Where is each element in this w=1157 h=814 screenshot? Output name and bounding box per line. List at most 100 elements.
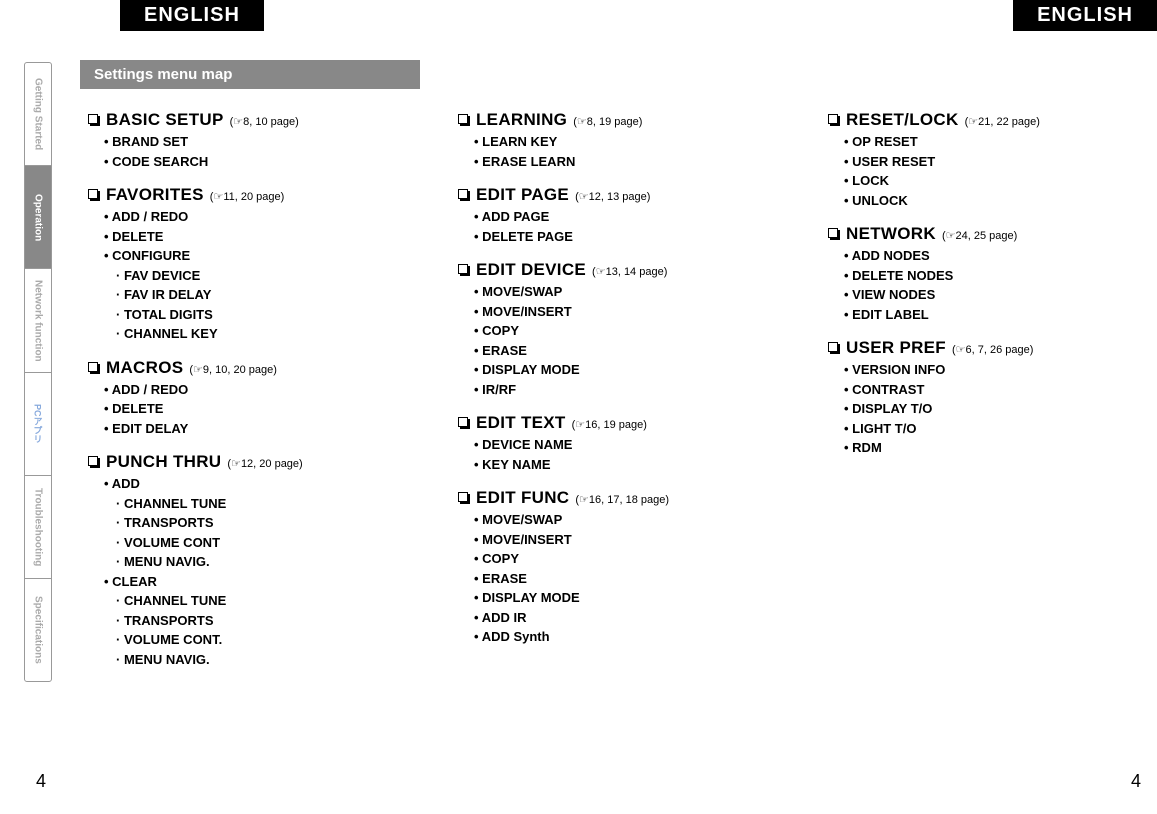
section-title: FAVORITES [106,185,204,205]
section-header: RESET/LOCK(☞21, 22 page) [828,110,1130,130]
sub-list-item: CHANNEL KEY [116,324,390,344]
menu-section: PUNCH THRU(☞12, 20 page)ADDCHANNEL TUNET… [80,452,390,669]
sub-list-item: TOTAL DIGITS [116,305,390,325]
section-title: NETWORK [846,224,936,244]
menu-section: EDIT FUNC (☞16, 17, 18 page) MOVE/SWAPMOVE… [450,488,760,647]
pointer-icon: ☞ [575,419,585,431]
page-reference: (☞9, 10, 20 page) [189,363,277,376]
page-reference: (☞16, 19 page) [572,418,647,431]
sub-list-item: VOLUME CONT. [116,630,390,650]
section-marker-icon [458,492,468,502]
side-tab[interactable]: Getting Started [25,63,51,166]
list-item: LOCK [844,171,1130,191]
sub-list-item: VOLUME CONT [116,533,390,553]
section-marker-icon [88,456,98,466]
list-item: ADD IR [474,608,760,628]
pointer-icon: ☞ [596,266,606,278]
page-reference: (☞16, 17, 18 page) [575,493,669,506]
page-reference: (☞8, 19 page) [573,115,642,128]
list-item: ADD / REDO [104,207,390,227]
list-item: COPY [474,549,760,569]
item-list: LEARN KEYERASE LEARN [474,132,760,171]
sub-item-list: CHANNEL TUNETRANSPORTSVOLUME CONT.MENU N… [116,591,390,669]
menu-section: RESET/LOCK(☞21, 22 page)OP RESETUSER RES… [820,110,1130,210]
page-reference: (☞13, 14 page) [592,265,667,278]
menu-section: LEARNING(☞8, 19 page)LEARN KEYERASE LEAR… [450,110,760,171]
section-title: USER PREF [846,338,946,358]
item-list: ADD NODESDELETE NODESVIEW NODESEDIT LABE… [844,246,1130,324]
pointer-icon: ☞ [956,344,966,356]
section-marker-icon [88,362,98,372]
side-tab[interactable]: Specifications [25,579,51,681]
pointer-icon: ☞ [231,458,241,470]
side-tab[interactable]: Network function [25,269,51,372]
content-columns: BASIC SETUP(☞8, 10 page)BRAND SETCODE SE… [80,110,1137,683]
list-item: RDM [844,438,1130,458]
list-item: ERASE [474,569,760,589]
menu-section: NETWORK (☞24, 25 page) ADD NODESDELETE NOD… [820,224,1130,324]
section-marker-icon [458,417,468,427]
item-list: ADD / REDODELETECONFIGUREFAV DEVICEFAV I… [104,207,390,344]
list-item: MOVE/INSERT [474,302,760,322]
menu-section: EDIT PAGE(☞12, 13 page)ADD PAGEDELETE PA… [450,185,760,246]
list-item: DELETE PAGE [474,227,760,247]
column: RESET/LOCK(☞21, 22 page)OP RESETUSER RES… [820,110,1130,683]
section-marker-icon [458,189,468,199]
item-list: OP RESETUSER RESETLOCKUNLOCK [844,132,1130,210]
side-tab[interactable]: Troubleshooting [25,476,51,579]
section-marker-icon [458,114,468,124]
page-reference: (☞6, 7, 26 page) [952,343,1033,356]
column: LEARNING(☞8, 19 page)LEARN KEYERASE LEAR… [450,110,760,683]
sub-list-item: TRANSPORTS [116,611,390,631]
menu-section: FAVORITES (☞11, 20 page) ADD / REDODELETEC… [80,185,390,344]
pointer-icon: ☞ [579,191,589,203]
sub-item-list: CHANNEL TUNETRANSPORTSVOLUME CONTMENU NA… [116,494,390,572]
side-tabs: Getting StartedOperationNetwork function… [24,62,52,682]
list-item: CONFIGUREFAV DEVICEFAV IR DELAYTOTAL DIG… [104,246,390,344]
section-header: LEARNING(☞8, 19 page) [458,110,760,130]
item-list: ADDCHANNEL TUNETRANSPORTSVOLUME CONTMENU… [104,474,390,669]
list-item: KEY NAME [474,455,760,475]
menu-section: USER PREF(☞6, 7, 26 page)VERSION INFOCON… [820,338,1130,458]
pointer-icon: ☞ [577,116,587,128]
menu-section: EDIT TEXT (☞16, 19 page) DEVICE NAMEKEY NA… [450,413,760,474]
list-item: LIGHT T/O [844,419,1130,439]
menu-section: EDIT DEVICE(☞13, 14 page)MOVE/SWAPMOVE/I… [450,260,760,399]
side-tab[interactable]: PCアプリ [25,373,51,476]
page-reference: (☞24, 25 page) [942,229,1017,242]
sub-list-item: MENU NAVIG. [116,552,390,572]
page-reference: (☞21, 22 page) [965,115,1040,128]
list-item: ERASE [474,341,760,361]
list-item: ADD NODES [844,246,1130,266]
section-marker-icon [828,342,838,352]
list-item: COPY [474,321,760,341]
section-title: MACROS [106,358,183,378]
section-title: EDIT FUNC [476,488,569,508]
item-list: ADD / REDODELETEEDIT DELAY [104,380,390,439]
section-header: MACROS (☞9, 10, 20 page) [88,358,390,378]
section-header: FAVORITES (☞11, 20 page) [88,185,390,205]
list-item: DELETE NODES [844,266,1130,286]
pointer-icon: ☞ [193,364,203,376]
list-item: DEVICE NAME [474,435,760,455]
header-english-right: ENGLISH [1013,0,1157,31]
page-reference: (☞11, 20 page) [210,190,285,203]
sub-list-item: CHANNEL TUNE [116,591,390,611]
list-item: MOVE/SWAP [474,510,760,530]
list-item: ADDCHANNEL TUNETRANSPORTSVOLUME CONTMENU… [104,474,390,572]
side-tab[interactable]: Operation [25,166,51,269]
section-title: EDIT TEXT [476,413,566,433]
list-item: CODE SEARCH [104,152,390,172]
column: BASIC SETUP(☞8, 10 page)BRAND SETCODE SE… [80,110,390,683]
list-item: MOVE/INSERT [474,530,760,550]
list-item: DELETE [104,399,390,419]
menu-section: MACROS (☞9, 10, 20 page) ADD / REDODELETEE… [80,358,390,439]
sub-list-item: TRANSPORTS [116,513,390,533]
section-header: PUNCH THRU(☞12, 20 page) [88,452,390,472]
item-list: ADD PAGEDELETE PAGE [474,207,760,246]
list-item: DISPLAY T/O [844,399,1130,419]
section-marker-icon [88,189,98,199]
list-item: EDIT LABEL [844,305,1130,325]
section-marker-icon [828,228,838,238]
list-item: MOVE/SWAP [474,282,760,302]
